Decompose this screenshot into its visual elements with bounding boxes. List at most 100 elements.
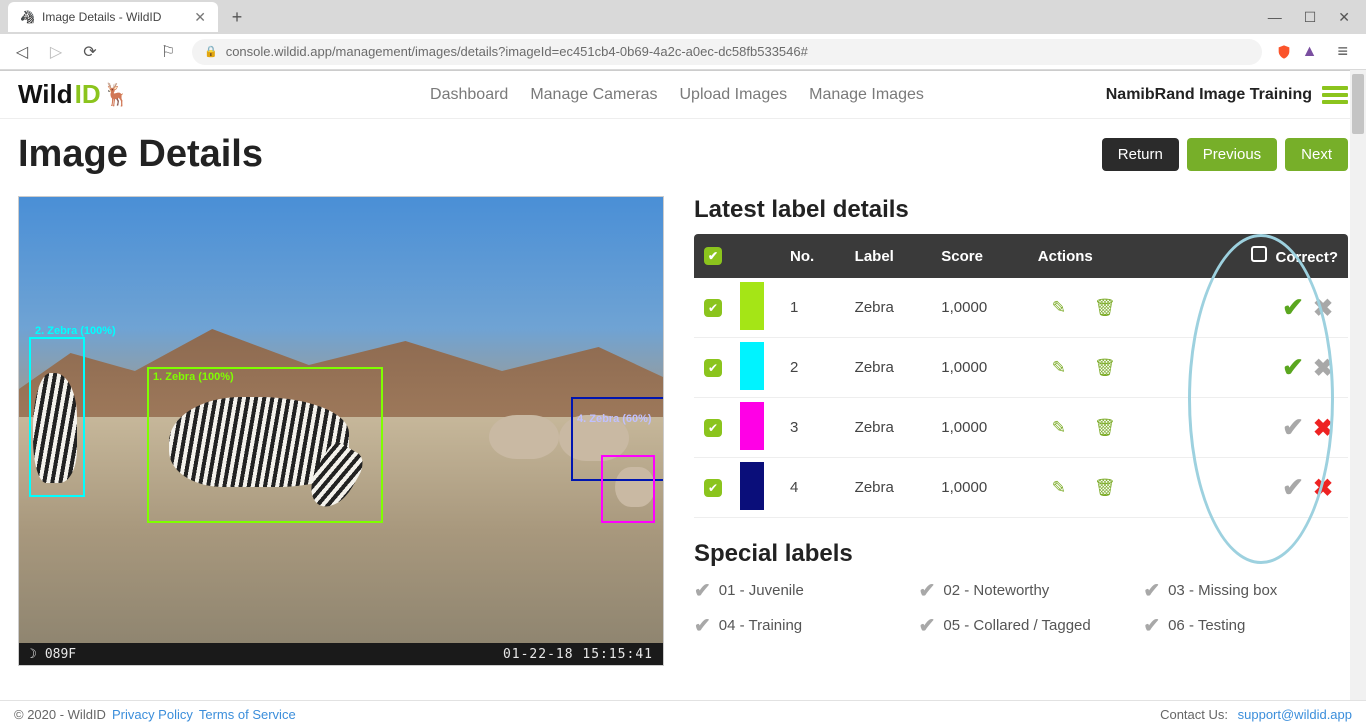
previous-button[interactable]: Previous xyxy=(1187,138,1277,171)
bbox-label: 4. Zebra (60%) xyxy=(577,413,652,425)
window-close-icon[interactable]: ✕ xyxy=(1338,9,1350,26)
special-label-text: 05 - Collared / Tagged xyxy=(943,617,1090,634)
delete-icon[interactable]: 🗑 xyxy=(1094,478,1116,497)
nav-reload-icon[interactable]: ⟳ xyxy=(80,42,100,62)
bounding-box[interactable]: 3. Zebra (100%) xyxy=(601,455,655,523)
new-tab-button[interactable]: + xyxy=(224,4,250,30)
nav-dashboard[interactable]: Dashboard xyxy=(430,86,508,104)
cell-label: Zebra xyxy=(845,398,932,458)
edit-icon[interactable]: ✎ xyxy=(1052,478,1066,497)
page-body: Image Details Return Previous Next 1. Ze… xyxy=(0,119,1366,666)
moon-icon: ☽ xyxy=(29,647,37,662)
mark-correct-icon[interactable]: ✔ xyxy=(1278,472,1308,503)
special-label-item[interactable]: ✔04 - Training xyxy=(694,613,899,638)
check-icon: ✔ xyxy=(694,578,711,603)
cell-no: 2 xyxy=(780,338,845,398)
bounding-box[interactable]: 1. Zebra (100%) xyxy=(147,367,383,523)
cell-score: 1,0000 xyxy=(931,398,1027,458)
content-row: 1. Zebra (100%) 2. Zebra (100%) 4. Zebra… xyxy=(18,196,1348,666)
color-swatch xyxy=(740,282,764,330)
return-button[interactable]: Return xyxy=(1102,138,1179,171)
select-all-checkbox[interactable]: ✔ xyxy=(704,247,722,265)
special-labels-title: Special labels xyxy=(694,540,1348,568)
extension-icon[interactable]: ▲ xyxy=(1302,43,1318,61)
cell-correct: ✔✖ xyxy=(1192,338,1349,398)
browser-menu-icon[interactable]: ≡ xyxy=(1331,41,1354,62)
cell-actions: ✎🗑 xyxy=(1028,458,1192,518)
check-icon: ✔ xyxy=(1143,613,1160,638)
logo-text-id: ID xyxy=(75,79,101,110)
special-label-item[interactable]: ✔01 - Juvenile xyxy=(694,578,899,603)
footer-terms-link[interactable]: Terms of Service xyxy=(199,707,296,722)
correct-all-checkbox[interactable] xyxy=(1251,246,1267,262)
special-label-item[interactable]: ✔05 - Collared / Tagged xyxy=(919,613,1124,638)
window-maximize-icon[interactable]: ☐ xyxy=(1304,9,1317,26)
footer-copyright: © 2020 - WildID xyxy=(14,707,106,722)
col-score: Score xyxy=(931,234,1027,278)
logo[interactable]: WildID 🦌 xyxy=(18,79,130,110)
mark-incorrect-icon[interactable]: ✖ xyxy=(1308,414,1338,443)
right-panel: Latest label details ✔ No. Label Score A… xyxy=(694,196,1348,666)
user-area: NamibRand Image Training xyxy=(1106,83,1348,107)
contact-email-link[interactable]: support@wildid.app xyxy=(1238,707,1352,722)
next-button[interactable]: Next xyxy=(1285,138,1348,171)
mark-correct-icon[interactable]: ✔ xyxy=(1278,352,1308,383)
bookmark-icon[interactable]: ⚐ xyxy=(158,42,178,62)
table-row: ✔3Zebra1,0000✎🗑✔✖ xyxy=(694,398,1348,458)
app-header: WildID 🦌 Dashboard Manage Cameras Upload… xyxy=(0,71,1366,119)
row-checkbox[interactable]: ✔ xyxy=(704,419,722,437)
bounding-box[interactable]: 2. Zebra (100%) xyxy=(29,337,85,497)
edit-icon[interactable]: ✎ xyxy=(1052,358,1066,377)
cell-label: Zebra xyxy=(845,278,932,338)
logo-text-wild: Wild xyxy=(18,79,73,110)
col-label: Label xyxy=(845,234,932,278)
delete-icon[interactable]: 🗑 xyxy=(1094,358,1116,377)
window-minimize-icon[interactable]: — xyxy=(1268,9,1282,26)
address-bar[interactable]: 🔒 console.wildid.app/management/images/d… xyxy=(192,39,1262,65)
tab-strip: 🦓 Image Details - WildID ✕ + — ☐ ✕ xyxy=(0,0,1366,34)
nav-upload-images[interactable]: Upload Images xyxy=(680,86,788,104)
mark-incorrect-icon[interactable]: ✖ xyxy=(1308,354,1338,383)
viewer-status-bar: ☽ 089F 01-22-18 15:15:41 xyxy=(19,643,663,665)
mark-correct-icon[interactable]: ✔ xyxy=(1278,292,1308,323)
nav-manage-cameras[interactable]: Manage Cameras xyxy=(530,86,657,104)
row-checkbox[interactable]: ✔ xyxy=(704,359,722,377)
browser-tab[interactable]: 🦓 Image Details - WildID ✕ xyxy=(8,2,218,32)
nav-forward-icon: ▷ xyxy=(46,42,66,62)
delete-icon[interactable]: 🗑 xyxy=(1094,298,1116,317)
mark-incorrect-icon[interactable]: ✖ xyxy=(1308,474,1338,503)
mark-correct-icon[interactable]: ✔ xyxy=(1278,412,1308,443)
edit-icon[interactable]: ✎ xyxy=(1052,298,1066,317)
footer-privacy-link[interactable]: Privacy Policy xyxy=(112,707,193,722)
scrollbar-thumb[interactable] xyxy=(1352,74,1364,134)
delete-icon[interactable]: 🗑 xyxy=(1094,418,1116,437)
scrollbar-track[interactable] xyxy=(1350,70,1366,700)
brave-shield-icon[interactable] xyxy=(1276,44,1292,60)
bbox-label: 2. Zebra (100%) xyxy=(35,325,116,337)
check-icon: ✔ xyxy=(1143,578,1160,603)
tab-close-icon[interactable]: ✕ xyxy=(194,9,206,26)
check-icon: ✔ xyxy=(919,578,936,603)
project-name: NamibRand Image Training xyxy=(1106,86,1312,104)
cell-no: 3 xyxy=(780,398,845,458)
cell-score: 1,0000 xyxy=(931,338,1027,398)
tab-title: Image Details - WildID xyxy=(42,10,161,24)
image-viewer[interactable]: 1. Zebra (100%) 2. Zebra (100%) 4. Zebra… xyxy=(18,196,664,666)
special-label-item[interactable]: ✔02 - Noteworthy xyxy=(919,578,1124,603)
nav-manage-images[interactable]: Manage Images xyxy=(809,86,924,104)
edit-icon[interactable]: ✎ xyxy=(1052,418,1066,437)
mark-incorrect-icon[interactable]: ✖ xyxy=(1308,294,1338,323)
address-row: ◁ ▷ ⟳ ⚐ 🔒 console.wildid.app/management/… xyxy=(0,34,1366,70)
nav-back-icon[interactable]: ◁ xyxy=(12,42,32,62)
special-label-text: 03 - Missing box xyxy=(1168,582,1277,599)
special-label-item[interactable]: ✔ 03 - Missing box xyxy=(1143,578,1348,603)
lock-icon: 🔒 xyxy=(204,45,218,58)
footer: © 2020 - WildID Privacy Policy Terms of … xyxy=(0,700,1366,728)
hamburger-menu-icon[interactable] xyxy=(1322,83,1348,107)
browser-chrome: 🦓 Image Details - WildID ✕ + — ☐ ✕ ◁ ▷ ⟳… xyxy=(0,0,1366,71)
page-actions: Return Previous Next xyxy=(1102,138,1348,171)
row-checkbox[interactable]: ✔ xyxy=(704,479,722,497)
special-label-item[interactable]: ✔06 - Testing xyxy=(1143,613,1348,638)
row-checkbox[interactable]: ✔ xyxy=(704,299,722,317)
contact-label: Contact Us: xyxy=(1160,707,1228,722)
